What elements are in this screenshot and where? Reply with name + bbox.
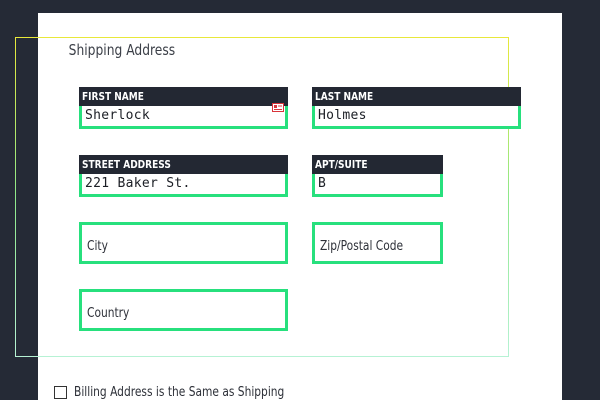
billing-same-checkbox[interactable] [54, 386, 67, 399]
country-placeholder: Country [87, 306, 130, 321]
last-name-field[interactable]: LAST NAME Holmes [312, 87, 521, 129]
apt-suite-field[interactable]: APT/SUITE B [312, 155, 443, 197]
billing-same-row[interactable]: Billing Address is the Same as Shipping [54, 385, 330, 400]
country-input[interactable]: Country [79, 289, 288, 331]
zip-placeholder: Zip/Postal Code [320, 239, 404, 254]
last-name-label: LAST NAME [312, 87, 521, 106]
first-name-label: FIRST NAME [79, 87, 288, 106]
street-address-field[interactable]: STREET ADDRESS 221 Baker St. [79, 155, 288, 197]
billing-same-label[interactable]: Billing Address is the Same as Shipping [74, 385, 284, 400]
city-placeholder: City [87, 239, 108, 254]
zip-input[interactable]: Zip/Postal Code [312, 222, 443, 264]
contact-card-icon[interactable] [272, 103, 284, 112]
first-name-input[interactable]: Sherlock [82, 106, 285, 123]
street-address-input[interactable]: 221 Baker St. [82, 174, 285, 191]
street-address-label: STREET ADDRESS [79, 155, 288, 174]
shipping-legend: Shipping Address [67, 41, 177, 59]
last-name-input[interactable]: Holmes [315, 106, 518, 123]
apt-suite-label: APT/SUITE [312, 155, 443, 174]
city-input[interactable]: City [79, 222, 288, 264]
apt-suite-input[interactable]: B [315, 174, 440, 191]
first-name-field[interactable]: FIRST NAME Sherlock [79, 87, 288, 129]
